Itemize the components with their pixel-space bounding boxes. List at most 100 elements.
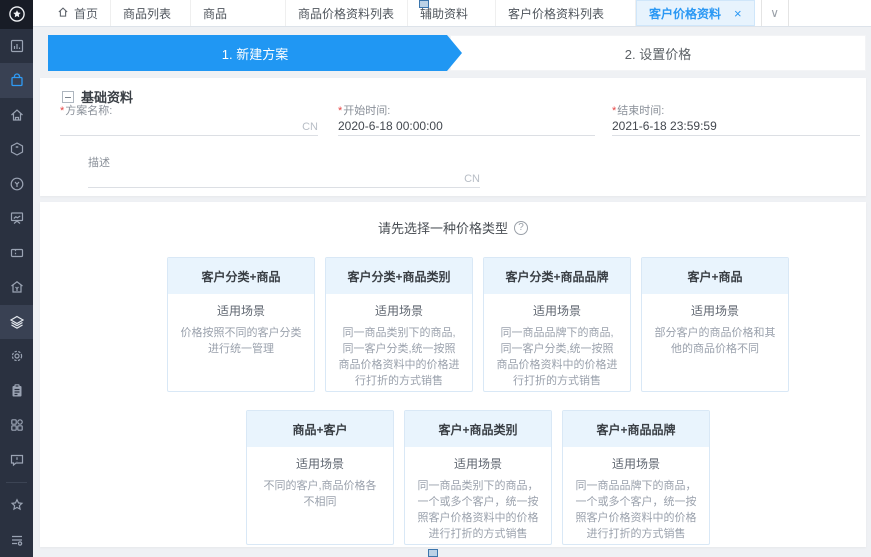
card-scenario-label: 适用场景 [574,455,698,472]
description-input[interactable]: CN [88,168,480,188]
card-scenario-label: 适用场景 [258,455,382,472]
description-label: 描述 [88,154,480,168]
plan-name-locale-suffix: CN [302,121,318,133]
store-icon[interactable] [0,270,33,304]
card-body: 适用场景 部分客户的商品价格和其他的商品价格不同 [642,294,788,358]
presentation-chart-icon[interactable] [0,201,33,235]
card-customer-class-product-brand[interactable]: 客户分类+商品品牌 适用场景 同一商品品牌下的商品,同一客户分类,统一按照商品价… [483,257,631,392]
product-box-icon[interactable] [0,132,33,166]
tab-home[interactable]: 首页 [45,0,111,26]
basic-info-panel: 基础资料 方案名称: CN 开始时间: 2020-6-18 00:00:00 结… [40,78,866,196]
end-time-label: 结束时间: [612,102,860,116]
settings-gear-icon[interactable] [0,339,33,373]
tab-bar: 首页 商品列表 商品 商品价格资料列表 辅助资料 客户价格资料列表 客户价格资料… [33,0,871,27]
card-body: 适用场景 同一商品类别下的商品,同一客户分类,统一按照商品价格资料中的价格进行打… [326,294,472,390]
card-desc: 不同的客户,商品价格各不相同 [258,479,382,511]
card-scenario-label: 适用场景 [653,302,777,319]
tab-product-price-list[interactable]: 商品价格资料列表 [286,0,408,26]
layers-icon[interactable] [0,305,33,339]
card-body: 适用场景 同一商品类别下的商品，一个或多个客户，统一按照客户价格资料中的价格进行… [405,447,551,543]
logo-star-icon[interactable] [0,0,33,29]
plan-name-field: 方案名称: CN [60,102,318,136]
card-customer-product-brand[interactable]: 客户+商品品牌 适用场景 同一商品品牌下的商品，一个或多个客户，统一按照客户价格… [562,410,710,545]
card-title: 客户分类+商品类别 [326,258,472,294]
card-scenario-label: 适用场景 [416,455,540,472]
tab-label: 商品列表 [123,5,171,22]
card-title: 客户+商品类别 [405,411,551,447]
card-body: 适用场景 同一商品品牌下的商品,同一客户分类,统一按照商品价格资料中的价格进行打… [484,294,630,390]
tab-customer-price-active[interactable]: 客户价格资料 × [636,0,755,26]
card-desc: 同一商品品牌下的商品,同一客户分类,统一按照商品价格资料中的价格进行打折的方式销… [495,326,619,390]
description-locale-suffix: CN [464,173,480,185]
help-icon[interactable]: ? [514,221,528,235]
step-1-label: 1. 新建方案 [222,44,288,63]
card-body: 适用场景 价格按照不同的客户分类进行统一管理 [168,294,314,358]
price-type-title-row: 请先选择一种价格类型 ? [40,202,866,237]
clipboard-icon[interactable] [0,374,33,408]
tab-label: 商品 [203,5,227,22]
collapse-icon[interactable] [62,91,74,103]
tab-label: 客户价格资料 [649,5,721,22]
tab-product[interactable]: 商品 [191,0,286,26]
wizard-stepper: 1. 新建方案 2. 设置价格 [48,35,866,71]
card-body: 适用场景 同一商品品牌下的商品，一个或多个客户，统一按照客户价格资料中的价格进行… [563,447,709,543]
start-time-label: 开始时间: [338,102,595,116]
card-desc: 同一商品类别下的商品，一个或多个客户，统一按照客户价格资料中的价格进行打折的方式… [416,479,540,543]
home-icon [57,6,69,21]
start-time-field: 开始时间: 2020-6-18 00:00:00 [338,102,595,136]
tab-label: 首页 [74,5,98,22]
card-desc: 同一商品类别下的商品,同一客户分类,统一按照商品价格资料中的价格进行打折的方式销… [337,326,461,390]
tab-label: 客户价格资料列表 [508,5,604,22]
selection-handle-bottom [428,549,438,557]
start-time-input[interactable]: 2020-6-18 00:00:00 [338,116,595,136]
apps-grid-icon[interactable] [0,408,33,442]
step-2-label: 2. 设置价格 [625,44,691,63]
card-customer-class-product[interactable]: 客户分类+商品 适用场景 价格按照不同的客户分类进行统一管理 [167,257,315,392]
selection-handle-top [419,0,429,8]
card-body: 适用场景 不同的客户,商品价格各不相同 [247,447,393,511]
plan-name-input[interactable]: CN [60,116,318,136]
left-sidebar [0,0,33,557]
step-2-set-price[interactable]: 2. 设置价格 [450,35,866,71]
app-window: 首页 商品列表 商品 商品价格资料列表 辅助资料 客户价格资料列表 客户价格资料… [0,0,871,557]
medal-coupon-icon[interactable] [0,167,33,201]
card-scenario-label: 适用场景 [337,302,461,319]
sidebar-divider [6,482,27,483]
card-title: 客户+商品 [642,258,788,294]
card-scenario-label: 适用场景 [179,302,303,319]
close-icon[interactable]: × [734,7,742,20]
card-title: 客户分类+商品品牌 [484,258,630,294]
card-title: 客户+商品品牌 [563,411,709,447]
card-scenario-label: 适用场景 [495,302,619,319]
ticket-icon[interactable] [0,236,33,270]
orders-bag-icon[interactable] [0,63,33,97]
shop-home-icon[interactable] [0,98,33,132]
card-desc: 同一商品品牌下的商品，一个或多个客户，统一按照客户价格资料中的价格进行打折的方式… [574,479,698,543]
card-product-customer[interactable]: 商品+客户 适用场景 不同的客户,商品价格各不相同 [246,410,394,545]
chevron-down-icon: ∨ [770,6,779,20]
card-desc: 价格按照不同的客户分类进行统一管理 [179,326,303,358]
end-time-input[interactable]: 2021-6-18 23:59:59 [612,116,860,136]
feedback-message-icon[interactable] [0,443,33,477]
card-customer-product[interactable]: 客户+商品 适用场景 部分客户的商品价格和其他的商品价格不同 [641,257,789,392]
tab-product-list[interactable]: 商品列表 [111,0,191,26]
card-customer-product-category[interactable]: 客户+商品类别 适用场景 同一商品类别下的商品，一个或多个客户，统一按照客户价格… [404,410,552,545]
card-desc: 部分客户的商品价格和其他的商品价格不同 [653,326,777,358]
favorite-star-icon[interactable] [0,488,33,522]
end-time-field: 结束时间: 2021-6-18 23:59:59 [612,102,860,136]
price-type-row-2: 商品+客户 适用场景 不同的客户,商品价格各不相同 客户+商品类别 适用场景 同… [40,410,866,545]
menu-filter-icon[interactable] [0,523,33,557]
tab-customer-price-list[interactable]: 客户价格资料列表 [496,0,636,26]
tab-label: 商品价格资料列表 [298,5,394,22]
dashboard-chart-icon[interactable] [0,29,33,63]
card-title: 客户分类+商品 [168,258,314,294]
card-customer-class-product-category[interactable]: 客户分类+商品类别 适用场景 同一商品类别下的商品,同一客户分类,统一按照商品价… [325,257,473,392]
card-title: 商品+客户 [247,411,393,447]
price-type-row-1: 客户分类+商品 适用场景 价格按照不同的客户分类进行统一管理 客户分类+商品类别… [40,257,866,392]
start-time-value: 2020-6-18 00:00:00 [338,119,443,133]
tab-dropdown-button[interactable]: ∨ [761,0,789,26]
step-1-new-plan[interactable]: 1. 新建方案 [48,35,462,71]
plan-name-label: 方案名称: [60,102,318,116]
price-type-title: 请先选择一种价格类型 [378,218,508,237]
description-field: 描述 CN [88,154,480,188]
